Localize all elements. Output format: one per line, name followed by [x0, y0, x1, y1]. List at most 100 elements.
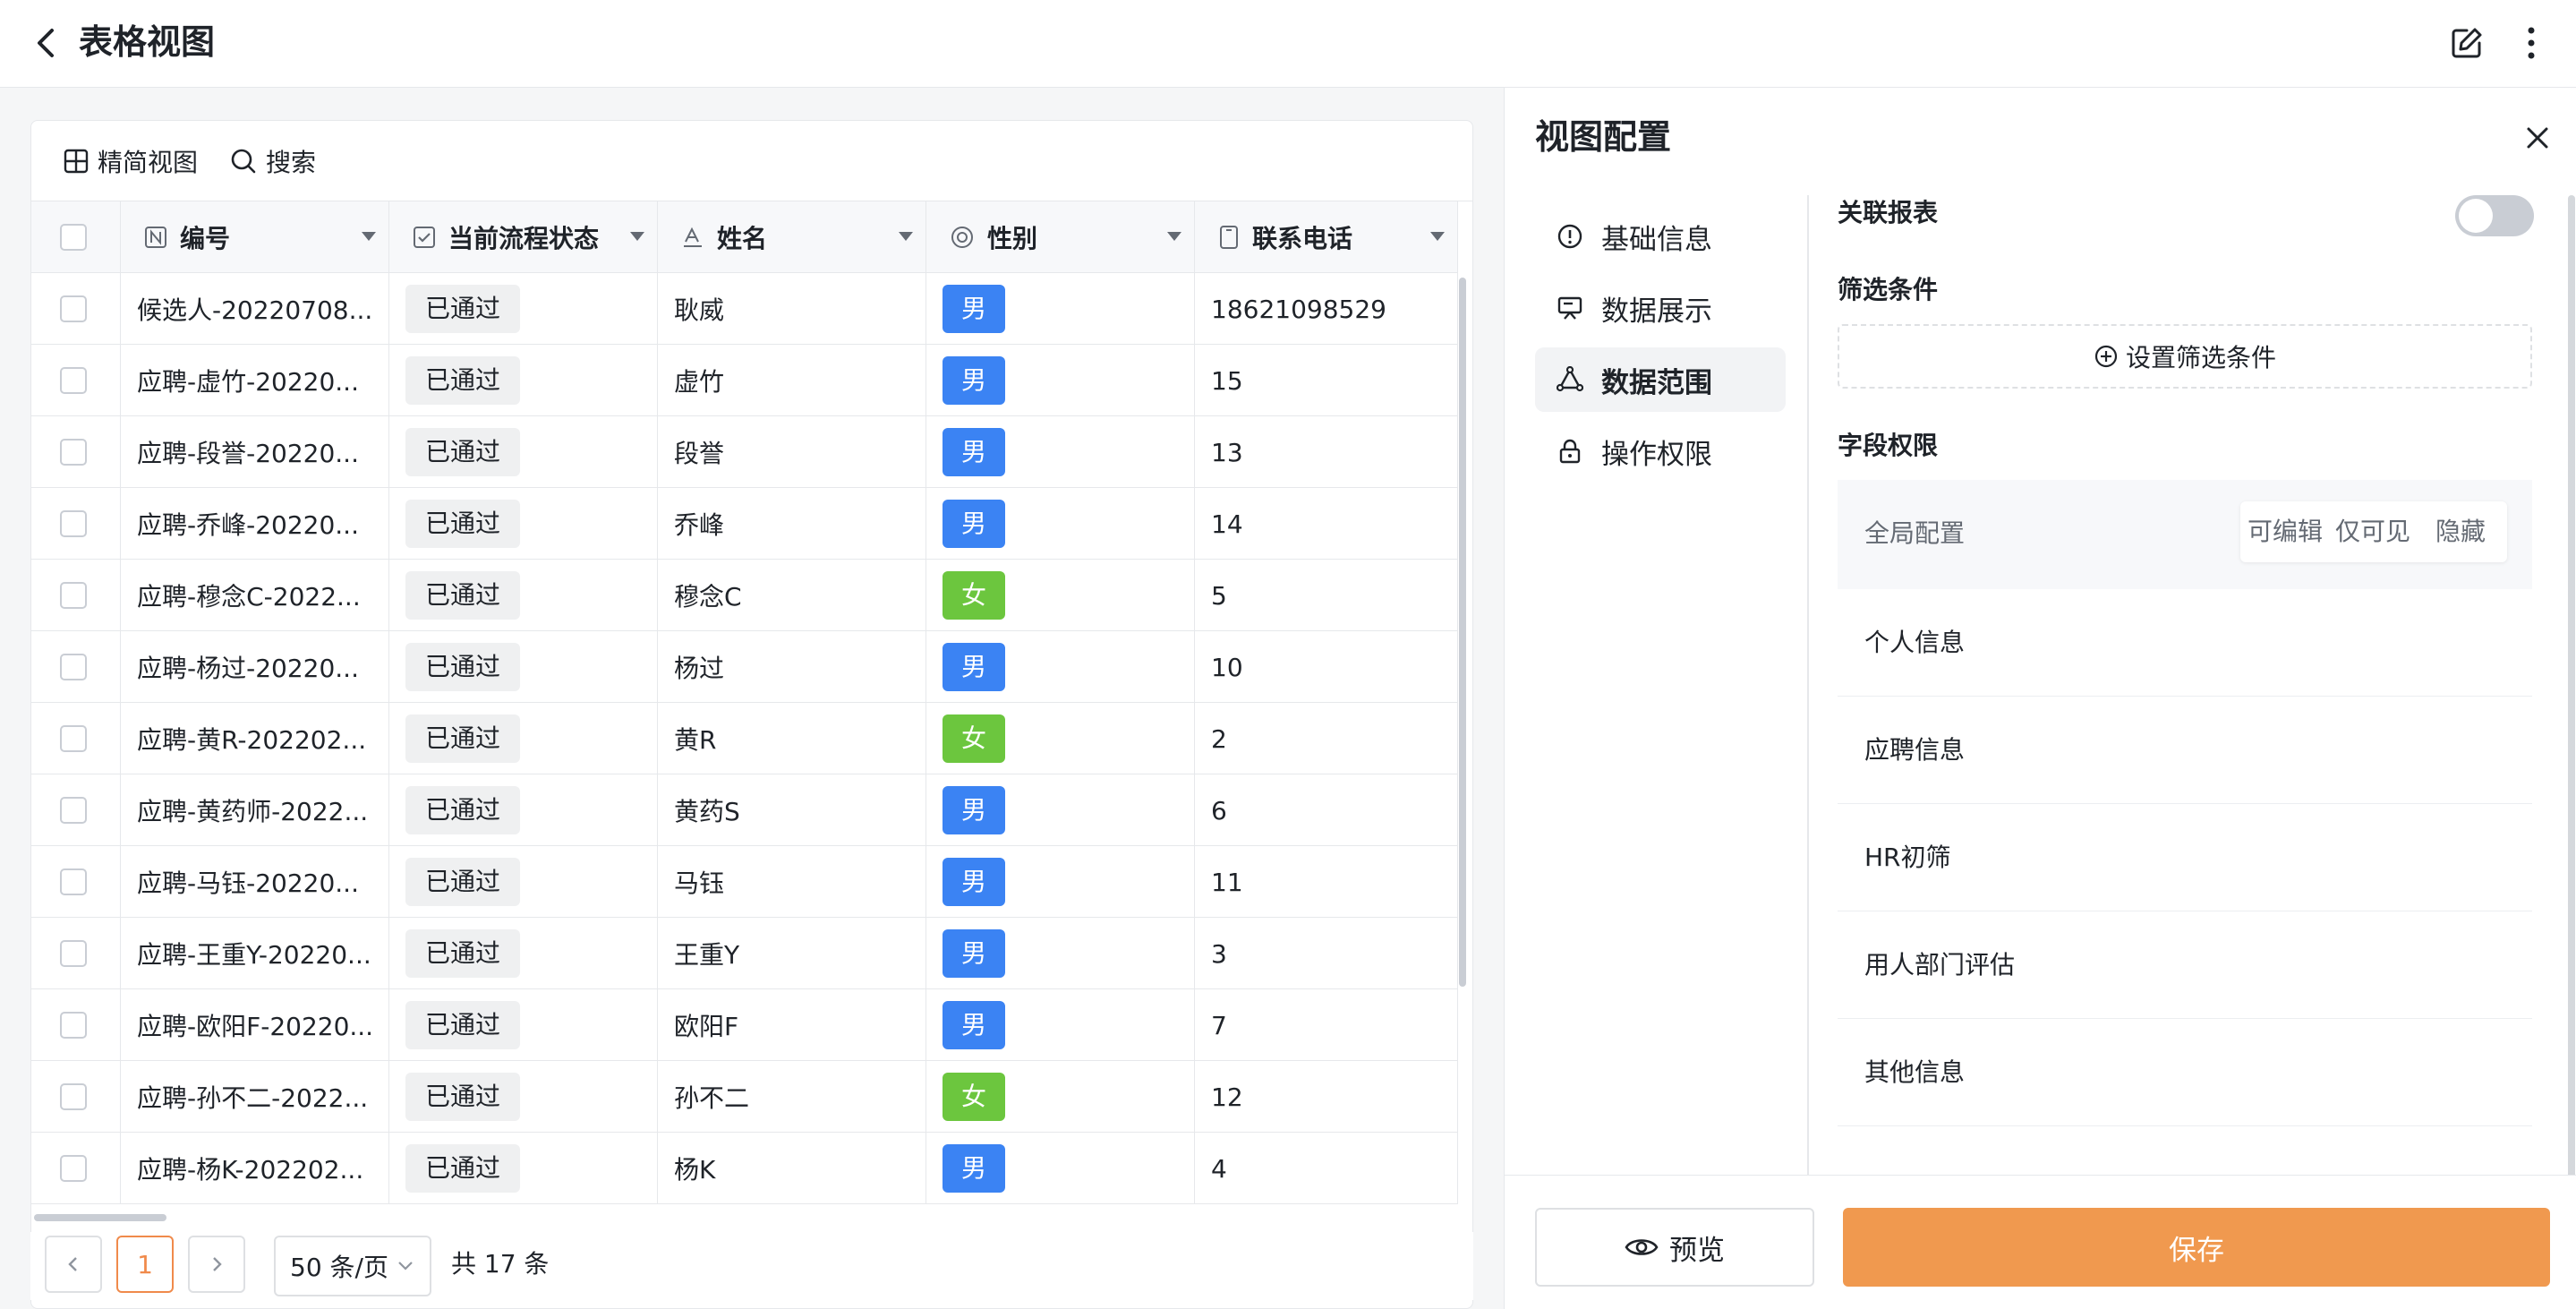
cell-gender[interactable]: 男 — [926, 1133, 1195, 1204]
cell-name[interactable]: 孙不二 — [658, 1061, 926, 1133]
column-header-name[interactable]: 姓名 — [658, 201, 926, 273]
column-menu-caret-icon[interactable] — [1430, 232, 1445, 241]
cell-id[interactable]: 应聘-乔峰-20220... — [121, 488, 389, 560]
prev-page-button[interactable] — [45, 1236, 102, 1293]
cell-name[interactable]: 黄药S — [658, 774, 926, 846]
table-row[interactable]: 应聘-黄R-202202... 已通过 黄R 女 2 — [31, 703, 1458, 774]
column-menu-caret-icon[interactable] — [362, 232, 376, 241]
row-checkbox[interactable] — [60, 295, 87, 322]
cell-phone[interactable]: 6 — [1195, 774, 1458, 846]
perm-option-editable[interactable]: 可编辑 — [2248, 514, 2323, 550]
row-checkbox[interactable] — [60, 940, 87, 967]
cell-status[interactable]: 已通过 — [389, 918, 658, 989]
cell-gender[interactable]: 男 — [926, 345, 1195, 416]
table-row[interactable]: 应聘-乔峰-20220... 已通过 乔峰男 14 — [31, 488, 1458, 560]
table-row[interactable]: 应聘-穆念C-2022... 已通过 穆念C 女 5 — [31, 560, 1458, 631]
cell-id[interactable]: 应聘-王重Y-20220... — [121, 918, 389, 989]
cell-name[interactable]: 乔峰 — [658, 488, 926, 560]
table-row[interactable]: 应聘-杨过-20220... 已通过 杨过男 10 — [31, 631, 1458, 703]
cell-status[interactable]: 已通过 — [389, 774, 658, 846]
compact-view-button[interactable]: 精简视图 — [64, 142, 198, 180]
column-header-status[interactable]: 当前流程状态 — [389, 201, 658, 273]
cell-phone[interactable]: 14 — [1195, 488, 1458, 560]
cell-phone[interactable]: 4 — [1195, 1133, 1458, 1204]
column-menu-caret-icon[interactable] — [1167, 232, 1181, 241]
cell-gender[interactable]: 男 — [926, 918, 1195, 989]
close-icon[interactable] — [2520, 120, 2555, 156]
cell-id[interactable]: 应聘-穆念C-2022... — [121, 560, 389, 631]
cell-status[interactable]: 已通过 — [389, 1061, 658, 1133]
cell-id[interactable]: 应聘-段誉-20220... — [121, 416, 389, 488]
cell-name[interactable]: 王重Y — [658, 918, 926, 989]
field-group-row[interactable]: 应聘信息 — [1838, 697, 2532, 804]
cell-phone[interactable]: 2 — [1195, 703, 1458, 774]
cell-phone[interactable]: 5 — [1195, 560, 1458, 631]
cell-status[interactable]: 已通过 — [389, 345, 658, 416]
cell-name[interactable]: 欧阳F — [658, 989, 926, 1061]
linked-report-toggle[interactable] — [2455, 195, 2534, 236]
row-checkbox[interactable] — [60, 367, 87, 394]
table-row[interactable]: 应聘-孙不二-2022... 已通过 孙不二女 12 — [31, 1061, 1458, 1133]
field-group-row[interactable]: HR初筛 — [1838, 804, 2532, 911]
nav-item-permissions[interactable]: 操作权限 — [1535, 419, 1786, 483]
cell-phone[interactable]: 18621098529 — [1195, 273, 1458, 345]
cell-status[interactable]: 已通过 — [389, 273, 658, 345]
cell-status[interactable]: 已通过 — [389, 846, 658, 918]
row-checkbox[interactable] — [60, 582, 87, 609]
cell-status[interactable]: 已通过 — [389, 703, 658, 774]
nav-item-data-display[interactable]: 数据展示 — [1535, 276, 1786, 340]
page-size-select[interactable]: 50 条/页 — [274, 1236, 431, 1296]
table-row[interactable]: 应聘-段誉-20220... 已通过 段誉男 13 — [31, 416, 1458, 488]
table-row[interactable]: 应聘-杨K-202202... 已通过 杨K 男 4 — [31, 1133, 1458, 1204]
search-button[interactable]: 搜索 — [230, 142, 316, 180]
cell-name[interactable]: 黄R — [658, 703, 926, 774]
cell-phone[interactable]: 7 — [1195, 989, 1458, 1061]
cell-name[interactable]: 穆念C — [658, 560, 926, 631]
cell-name[interactable]: 耿威 — [658, 273, 926, 345]
cell-name[interactable]: 马钰 — [658, 846, 926, 918]
table-horizontal-scrollbar[interactable] — [34, 1214, 166, 1221]
row-checkbox[interactable] — [60, 725, 87, 752]
cell-status[interactable]: 已通过 — [389, 631, 658, 703]
panel-scrollbar[interactable] — [2568, 195, 2575, 1234]
table-vertical-scrollbar[interactable] — [1459, 278, 1466, 987]
row-checkbox[interactable] — [60, 1083, 87, 1110]
next-page-button[interactable] — [188, 1236, 245, 1293]
cell-id[interactable]: 应聘-欧阳F-20220... — [121, 989, 389, 1061]
add-filter-button[interactable]: 设置筛选条件 — [1838, 324, 2532, 389]
row-checkbox[interactable] — [60, 1155, 87, 1182]
row-checkbox[interactable] — [60, 510, 87, 537]
cell-id[interactable]: 候选人-20220708... — [121, 273, 389, 345]
column-menu-caret-icon[interactable] — [899, 232, 913, 241]
table-row[interactable]: 应聘-黄药师-2022... 已通过 黄药S 男 6 — [31, 774, 1458, 846]
cell-phone[interactable]: 10 — [1195, 631, 1458, 703]
cell-id[interactable]: 应聘-杨过-20220... — [121, 631, 389, 703]
perm-option-hidden[interactable]: 隐藏 — [2435, 514, 2486, 550]
select-all-checkbox[interactable] — [60, 224, 87, 251]
row-checkbox[interactable] — [60, 1012, 87, 1039]
back-arrow-icon[interactable] — [32, 23, 59, 63]
cell-status[interactable]: 已通过 — [389, 560, 658, 631]
cell-status[interactable]: 已通过 — [389, 416, 658, 488]
cell-id[interactable]: 应聘-马钰-20220... — [121, 846, 389, 918]
save-button[interactable]: 保存 — [1843, 1208, 2550, 1287]
edit-icon[interactable] — [2449, 25, 2485, 61]
nav-item-basic-info[interactable]: 基础信息 — [1535, 204, 1786, 269]
cell-gender[interactable]: 男 — [926, 846, 1195, 918]
cell-name[interactable]: 杨过 — [658, 631, 926, 703]
cell-id[interactable]: 应聘-黄药师-2022... — [121, 774, 389, 846]
more-vertical-icon[interactable] — [2513, 23, 2549, 63]
field-group-row[interactable]: 用人部门评估 — [1838, 911, 2532, 1019]
table-row[interactable]: 应聘-王重Y-20220... 已通过 王重Y 男 3 — [31, 918, 1458, 989]
cell-gender[interactable]: 女 — [926, 1061, 1195, 1133]
table-row[interactable]: 候选人-20220708... 已通过 耿威男 18621098529 — [31, 273, 1458, 345]
cell-id[interactable]: 应聘-黄R-202202... — [121, 703, 389, 774]
field-group-row[interactable]: 个人信息 — [1838, 589, 2532, 697]
cell-status[interactable]: 已通过 — [389, 1133, 658, 1204]
cell-id[interactable]: 应聘-杨K-202202... — [121, 1133, 389, 1204]
cell-status[interactable]: 已通过 — [389, 989, 658, 1061]
row-checkbox[interactable] — [60, 797, 87, 824]
table-row[interactable]: 应聘-马钰-20220... 已通过 马钰男 11 — [31, 846, 1458, 918]
preview-button[interactable]: 预览 — [1535, 1208, 1814, 1287]
cell-name[interactable]: 杨K — [658, 1133, 926, 1204]
